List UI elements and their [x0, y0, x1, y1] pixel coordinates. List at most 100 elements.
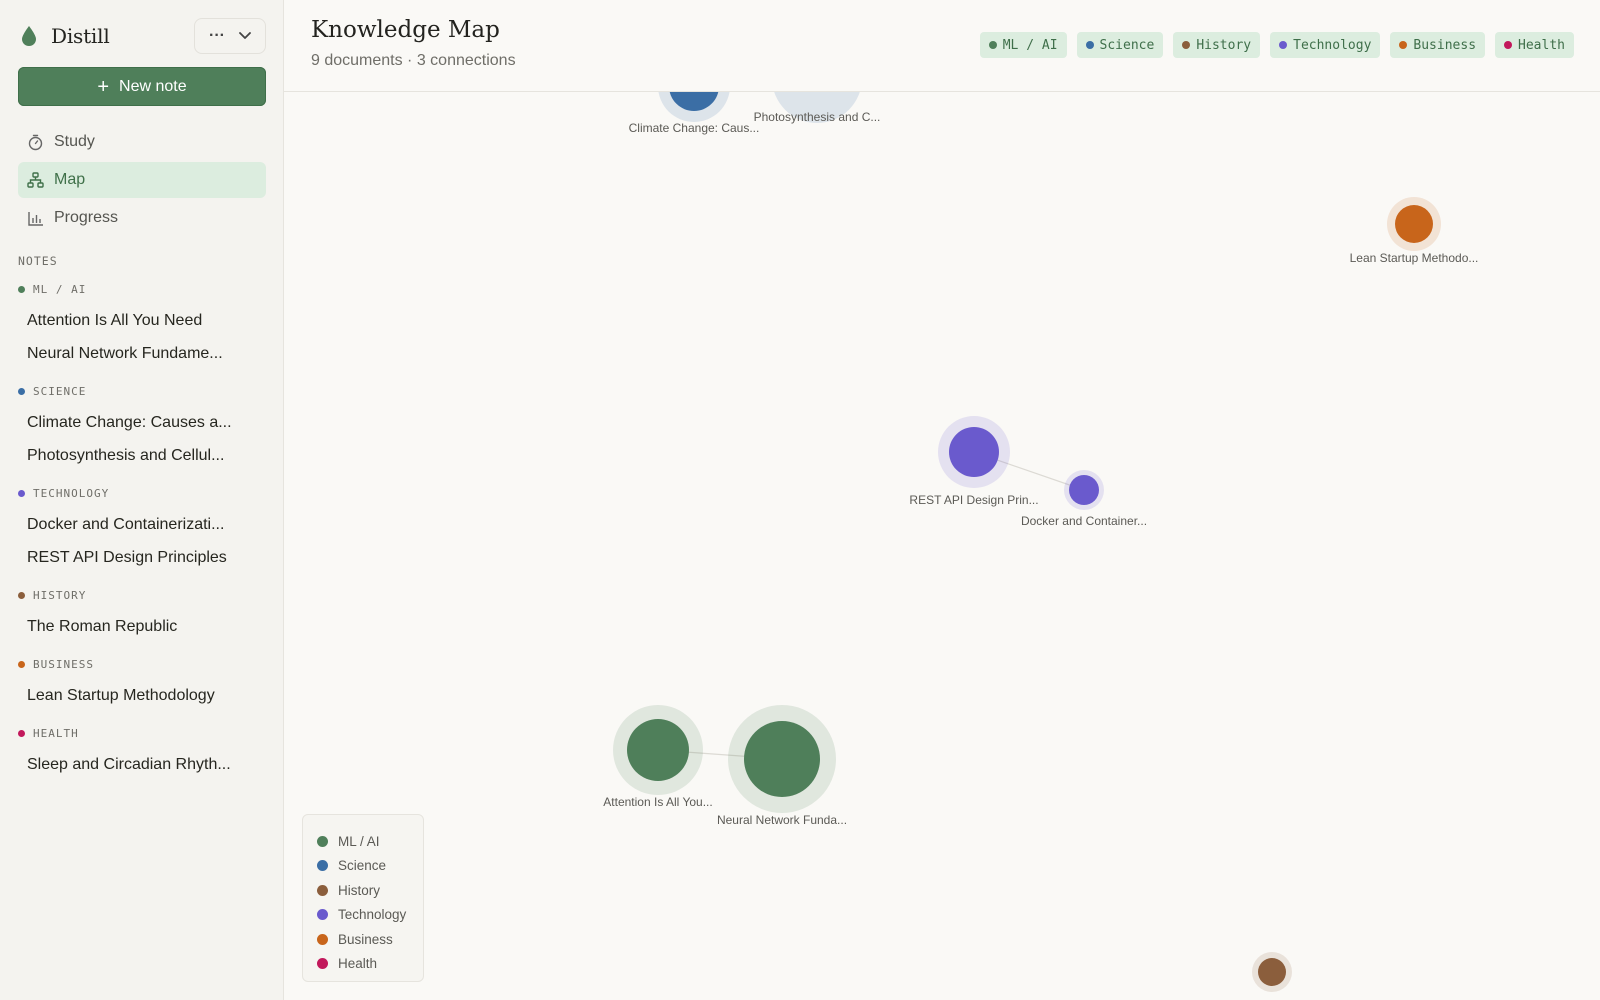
legend-dot-icon	[317, 884, 328, 896]
note-item[interactable]: Attention Is All You Need	[18, 304, 266, 337]
filter-chip-label: Business	[1413, 37, 1477, 53]
graph-node-rest[interactable]: REST API Design Prin...	[909, 416, 1039, 507]
node-dot[interactable]	[1258, 958, 1286, 986]
note-group-name: SCIENCE	[33, 384, 87, 398]
node-dot[interactable]	[1069, 475, 1099, 505]
category-dot-icon	[18, 387, 25, 395]
category-dot-icon	[1504, 41, 1513, 49]
note-item[interactable]: Climate Change: Causes a...	[18, 406, 266, 439]
knowledge-graph[interactable]: Climate Change: Caus...Photosynthesis an…	[284, 92, 1600, 1000]
note-group-header: SCIENCE	[18, 384, 266, 398]
map-legend: ML / AI Science History Technology Business H…	[302, 814, 424, 982]
page-subtitle: 9 documents · 3 connections	[311, 52, 516, 69]
nav-item-study[interactable]: Study	[18, 124, 266, 160]
graph-node-lean[interactable]: Lean Startup Methodo...	[1350, 197, 1479, 265]
timer-icon	[28, 134, 43, 150]
filter-chip-technology[interactable]: Technology	[1270, 32, 1381, 58]
note-group-business: BUSINESS Lean Startup Methodology	[18, 657, 266, 712]
more-menu-button[interactable]: ···	[194, 18, 266, 54]
graph-node-neural[interactable]: Neural Network Funda...	[717, 705, 847, 827]
legend-item-health: Health	[317, 952, 423, 977]
note-item[interactable]: Neural Network Fundame...	[18, 337, 266, 370]
note-group-name: HISTORY	[33, 588, 87, 602]
note-group-header: ML / AI	[18, 282, 266, 296]
legend-item-technology: Technology	[317, 903, 423, 928]
legend-label: Business	[338, 931, 393, 947]
note-item[interactable]: REST API Design Principles	[18, 541, 266, 574]
knowledge-map-canvas[interactable]: Climate Change: Caus... Photosynthesis an…	[284, 92, 1600, 1000]
filter-chip-label: Technology	[1293, 37, 1372, 53]
note-group-name: TECHNOLOGY	[33, 486, 110, 500]
category-dot-icon	[1085, 41, 1094, 49]
note-item[interactable]: The Roman Republic	[18, 610, 266, 643]
graph-node-docker[interactable]: Docker and Container...	[1021, 470, 1147, 528]
note-item[interactable]: Sleep and Circadian Rhyth...	[18, 748, 266, 781]
category-dot-icon	[18, 660, 25, 668]
node-dot[interactable]	[1395, 205, 1433, 243]
filter-chip-health[interactable]: Health	[1495, 32, 1574, 58]
legend-item-business: Business	[317, 927, 423, 952]
filter-chip-history[interactable]: History	[1173, 32, 1261, 58]
note-group-health: HEALTH Sleep and Circadian Rhyth...	[18, 726, 266, 781]
category-dot-icon	[1182, 41, 1191, 49]
note-group-name: BUSINESS	[33, 657, 94, 671]
note-group-header: TECHNOLOGY	[18, 486, 266, 500]
legend-dot-icon	[317, 860, 328, 872]
note-group-history: HISTORY The Roman Republic	[18, 588, 266, 643]
filter-chip-ml-ai[interactable]: ML / AI	[979, 32, 1067, 58]
notes-list: ML / AI Attention Is All You Need Neural N…	[18, 282, 266, 795]
legend-dot-icon	[317, 835, 328, 847]
plus-icon: +	[97, 75, 110, 98]
note-item[interactable]: Photosynthesis and Cellul...	[18, 439, 266, 472]
nav-label: Study	[54, 133, 95, 150]
legend-label: History	[338, 882, 381, 898]
node-dot[interactable]	[627, 719, 689, 781]
nav-label: Progress	[54, 209, 119, 226]
legend-label: ML / AI	[338, 833, 380, 849]
note-group-name: ML / AI	[33, 282, 87, 296]
nav-item-progress[interactable]: Progress	[18, 200, 266, 236]
category-dot-icon	[18, 285, 25, 293]
new-note-label: New note	[119, 77, 187, 95]
legend-label: Technology	[338, 907, 407, 923]
category-filters: ML / AI Science History Technology Business H…	[979, 32, 1574, 58]
note-group-name: HEALTH	[33, 726, 79, 740]
filter-chip-label: Science	[1099, 37, 1155, 53]
category-dot-icon	[18, 591, 25, 599]
node-label: Lean Startup Methodo...	[1350, 251, 1479, 265]
note-group-header: HISTORY	[18, 588, 266, 602]
filter-chip-label: History	[1196, 37, 1252, 53]
legend-dot-icon	[317, 958, 328, 970]
node-label: REST API Design Prin...	[909, 493, 1038, 507]
node-dot[interactable]	[744, 721, 820, 797]
chevron-down-icon	[239, 32, 251, 39]
note-item[interactable]: Lean Startup Methodology	[18, 679, 266, 712]
brand: Distill ···	[18, 18, 266, 54]
legend-item-history: History	[317, 878, 423, 903]
legend-item-science: Science	[317, 854, 423, 879]
graph-node-roman[interactable]: The Roman Republic	[1216, 952, 1329, 1000]
category-dot-icon	[988, 41, 997, 49]
note-item[interactable]: Docker and Containerizati...	[18, 508, 266, 541]
sidebar: Distill ··· + New note Study Map Progres…	[0, 0, 284, 1000]
graph-node-climate[interactable]: Climate Change: Caus...	[629, 92, 760, 135]
new-note-button[interactable]: + New note	[18, 67, 266, 106]
nav-item-map[interactable]: Map	[18, 162, 266, 198]
page-header: Knowledge Map 9 documents · 3 connection…	[284, 0, 1600, 92]
filter-chip-business[interactable]: Business	[1390, 32, 1486, 58]
graph-node-photo[interactable]: Photosynthesis and C...	[754, 92, 881, 124]
node-label: Photosynthesis and C...	[754, 110, 881, 124]
graph-node-attention[interactable]: Attention Is All You...	[603, 705, 713, 809]
category-dot-icon	[1399, 41, 1408, 49]
app-name: Distill	[51, 24, 110, 48]
legend-label: Science	[338, 858, 387, 874]
note-group-technology: TECHNOLOGY Docker and Containerizati... RE…	[18, 486, 266, 574]
filter-chip-science[interactable]: Science	[1076, 32, 1164, 58]
filter-chip-label: Health	[1518, 37, 1565, 53]
bar-chart-icon	[28, 211, 43, 226]
filter-chip-label: ML / AI	[1002, 37, 1058, 53]
graph-icon	[27, 171, 44, 188]
node-dot[interactable]	[949, 427, 999, 477]
more-dots-icon: ···	[209, 27, 225, 44]
category-dot-icon	[1279, 41, 1288, 49]
